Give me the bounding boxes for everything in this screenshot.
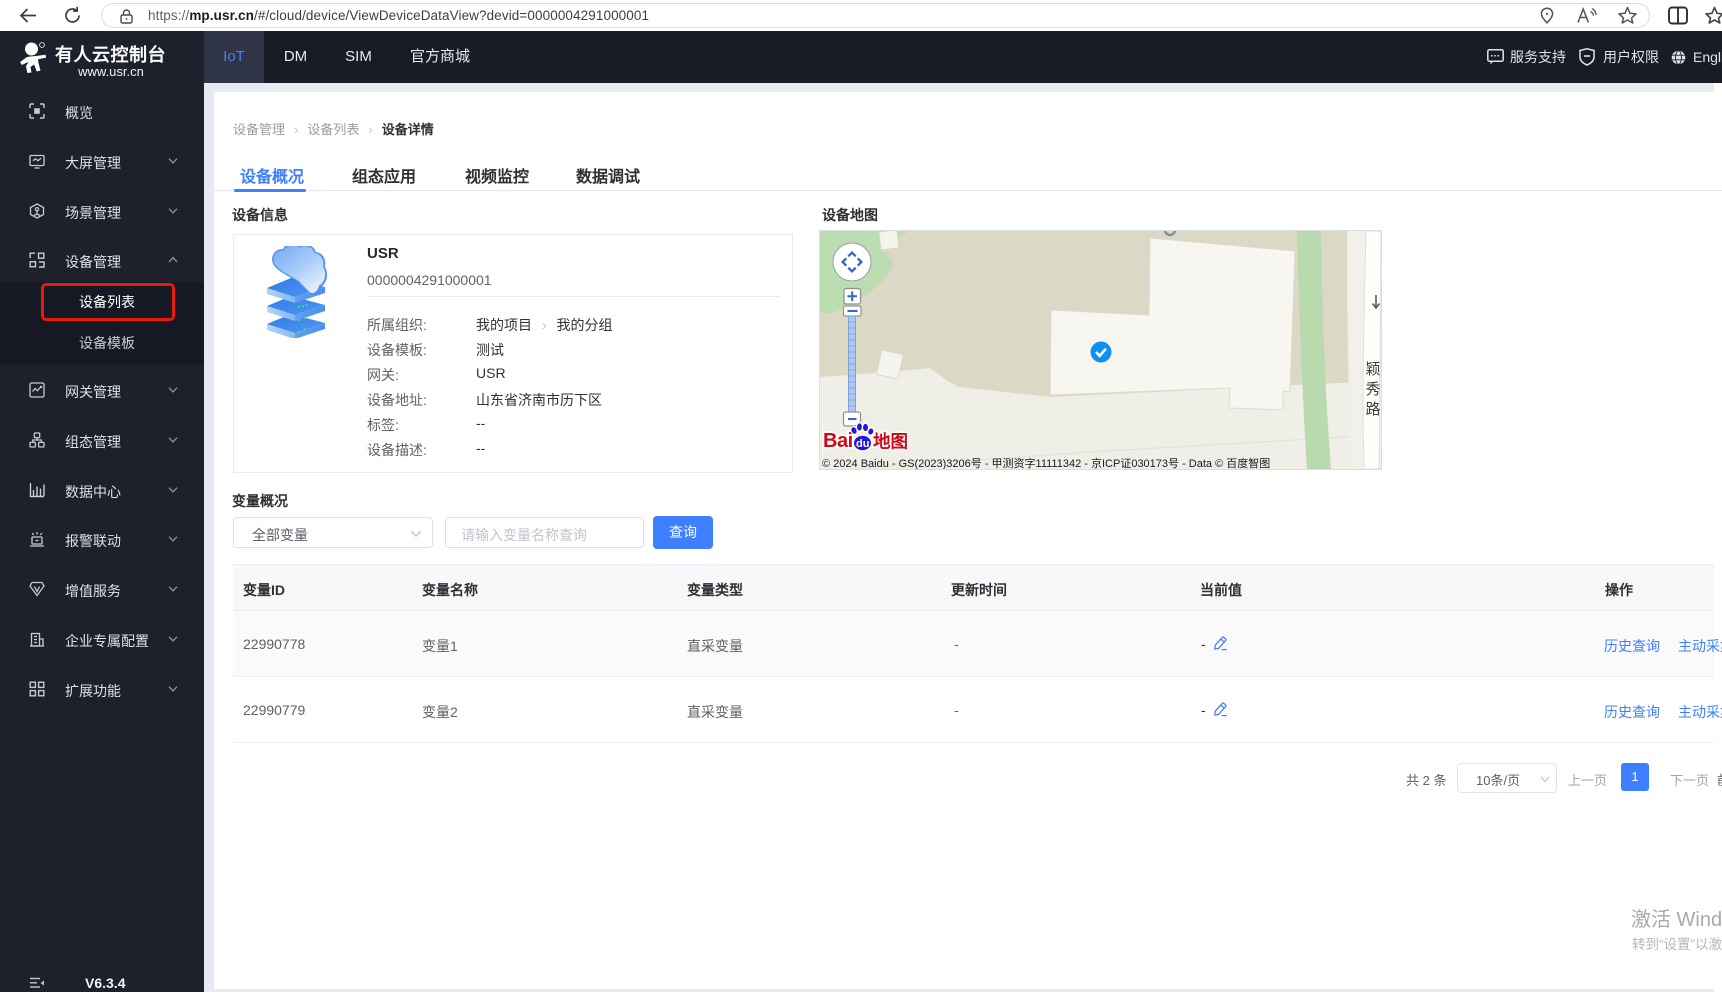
svg-text:地图: 地图 xyxy=(873,432,908,452)
svg-text:秀: 秀 xyxy=(1365,381,1380,398)
svg-text:© 2024 Baidu - GS(2023)3206号 -: © 2024 Baidu - GS(2023)3206号 - 甲测资字11111… xyxy=(822,456,1270,469)
svg-text:Bai: Bai xyxy=(823,430,853,452)
svg-text:颖: 颖 xyxy=(1365,361,1380,378)
svg-text:du: du xyxy=(856,438,869,450)
svg-text:路: 路 xyxy=(1365,401,1380,418)
